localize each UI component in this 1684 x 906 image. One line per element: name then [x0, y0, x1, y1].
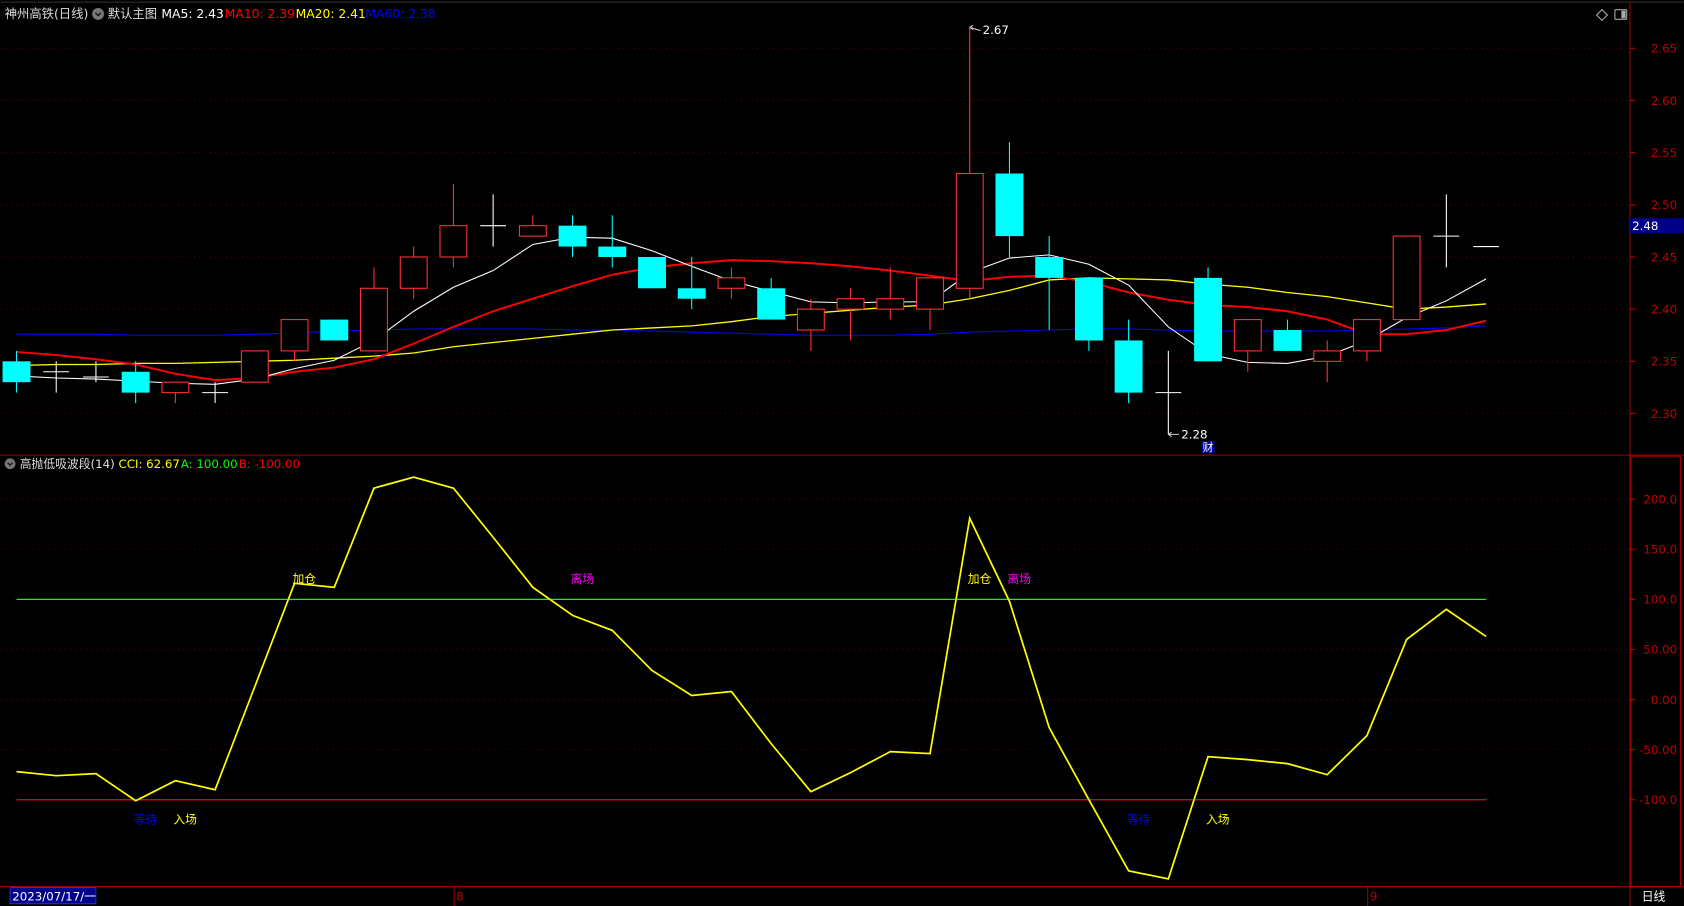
price-tick-label: 2.30 — [1651, 407, 1677, 421]
candle[interactable] — [1074, 277, 1103, 351]
signal-label: 等待 — [1127, 812, 1151, 826]
candle-body-up — [360, 287, 388, 352]
signal-label: 等待 — [134, 812, 158, 826]
stock-chart[interactable]: 2.65 2.60 2.55 2.50 2.45 2.40 2.35 2.30 200.0 15… — [0, 0, 1684, 906]
cci-tick-label: 200.0 — [1643, 492, 1677, 506]
b-value: B: -100.00 — [239, 457, 300, 471]
month-label: 8 — [456, 890, 464, 904]
candle[interactable] — [1194, 267, 1223, 362]
price-tick-label: 2.50 — [1651, 198, 1677, 212]
candle-body-down — [677, 288, 706, 299]
candle-body-up — [1233, 319, 1262, 352]
candle-body-down — [121, 371, 150, 393]
candle-body-up — [916, 277, 944, 310]
candle-body-up — [399, 256, 428, 289]
cci-tick-label: 100.0 — [1643, 593, 1677, 607]
candle-body-down — [1035, 256, 1064, 278]
signal-label: 入场 — [1206, 812, 1230, 826]
candle[interactable] — [240, 350, 269, 383]
cci-value: CCI: 62.67 — [118, 457, 179, 471]
candle-body-up — [796, 308, 825, 331]
candle-body-up — [240, 350, 269, 383]
candle-body-down — [2, 361, 31, 383]
price-tick-label: 2.40 — [1651, 302, 1677, 316]
candle-body-down — [1114, 340, 1143, 393]
candle-body-down — [598, 246, 627, 257]
candle-body-up — [1352, 319, 1381, 352]
price-tick-label: 2.55 — [1651, 146, 1677, 160]
month-label: 9 — [1370, 890, 1378, 904]
ma60-value: MA60: 2.38 — [365, 7, 435, 21]
current-price-label: 2.48 — [1632, 219, 1658, 233]
candle-body-up — [1392, 235, 1421, 321]
candle-body-down — [558, 225, 587, 247]
candle-body-up — [439, 225, 468, 258]
chevron-down-icon[interactable] — [92, 8, 104, 20]
cursor-date: 2023/07/17/一 — [12, 890, 96, 904]
signal-label: 加仓 — [292, 572, 316, 586]
candle-body-down — [320, 319, 349, 341]
candle-body-down — [1194, 277, 1223, 362]
ma10-value: MA10: 2.39 — [225, 7, 295, 21]
candle-body-down — [638, 256, 666, 289]
price-tick-label: 2.65 — [1651, 42, 1677, 56]
window-toggle-fill — [1621, 10, 1626, 19]
candle[interactable] — [1392, 235, 1421, 321]
stock-title[interactable]: 神州高铁(日线) — [5, 6, 89, 21]
price-tick-label: 2.35 — [1651, 355, 1677, 369]
candle[interactable] — [320, 319, 349, 341]
candle-body-up — [876, 298, 905, 310]
cci-tick-label: -50.00 — [1639, 743, 1677, 757]
price-tick-label: 2.60 — [1651, 94, 1677, 108]
indicator-name[interactable]: 高抛低吸波段(14) — [20, 457, 115, 471]
ma5-value: MA5: 2.43 — [161, 7, 223, 21]
candle-body-down — [995, 173, 1024, 237]
signal-label: 加仓 — [968, 572, 992, 586]
candle-body-up — [518, 225, 547, 237]
candle-body-up — [161, 381, 190, 394]
signal-label: 离场 — [571, 572, 595, 586]
candle-body-up — [717, 277, 746, 289]
candle-body-up — [836, 298, 865, 310]
signal-label: 入场 — [173, 812, 197, 826]
cci-tick-label: 50.00 — [1643, 643, 1677, 657]
financial-report-marker[interactable]: 财 — [1203, 441, 1214, 454]
candle-body-up — [1313, 350, 1342, 362]
price-tick-label: 2.45 — [1651, 250, 1677, 264]
cci-tick-label: -100.0 — [1639, 793, 1677, 807]
cci-tick-label: 150.0 — [1643, 543, 1677, 557]
cci-tick-label: 0.00 — [1651, 693, 1677, 707]
candle-body-down — [757, 288, 786, 320]
candle-body-up — [955, 172, 984, 289]
signal-label: 离场 — [1007, 572, 1031, 586]
chevron-down-icon[interactable] — [4, 458, 16, 470]
indicator-header: 高抛低吸波段(14) CCI: 62.67 A: 100.00 B: -100.… — [4, 457, 300, 471]
template-name[interactable]: 默认主图 — [108, 6, 157, 21]
candle-body-down — [1273, 330, 1302, 351]
candle-body-up — [280, 319, 309, 352]
ma20-value: MA20: 2.41 — [296, 7, 366, 21]
low-price-label: 2.28 — [1181, 428, 1207, 442]
period-label[interactable]: 日线 — [1642, 890, 1666, 904]
a-value: A: 100.00 — [181, 457, 238, 471]
candle-body-down — [1074, 277, 1103, 341]
background — [0, 0, 1684, 906]
candle[interactable] — [638, 256, 666, 289]
high-price-label: 2.67 — [983, 23, 1009, 37]
